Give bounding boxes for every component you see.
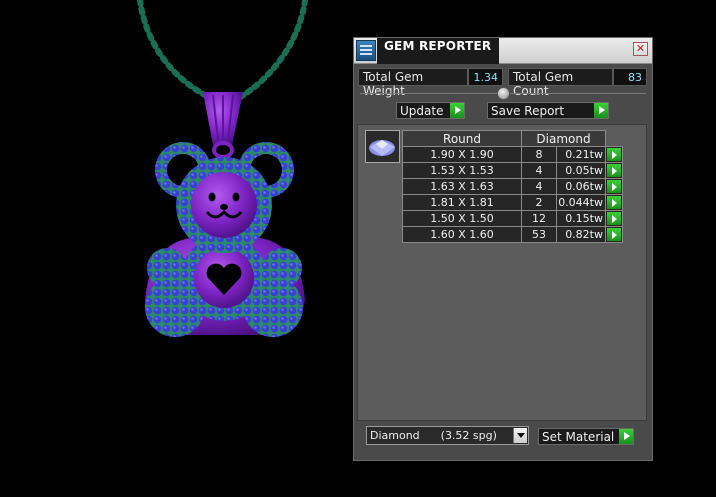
- gem-size-cell: 1.53 X 1.53: [402, 162, 522, 179]
- save-report-button[interactable]: Save Report: [487, 102, 609, 119]
- update-button[interactable]: Update: [396, 102, 465, 119]
- green-arrow-icon: [607, 164, 621, 177]
- green-arrow-icon: [607, 180, 621, 193]
- row-select-button[interactable]: [605, 194, 623, 211]
- gem-count-cell: 4: [521, 162, 557, 179]
- gem-list-area[interactable]: Round Diamond 1.90 X 1.90 8 0.21tw 1.53 X 1…: [357, 124, 647, 421]
- material-selected-value: Diamond (3.52 spg): [370, 429, 497, 442]
- total-gem-weight-label: Total Gem Weight: [358, 68, 468, 98]
- green-arrow-icon: [450, 103, 464, 118]
- table-row[interactable]: 1.81 X 1.81 2 0.044tw: [402, 194, 623, 211]
- update-label: Update: [400, 104, 444, 118]
- gem-count-cell: 12: [521, 210, 557, 227]
- table-row[interactable]: 1.60 X 1.60 53 0.82tw: [402, 226, 623, 243]
- round-gem-icon: [369, 140, 395, 156]
- window-title: GEM REPORTER: [377, 38, 499, 64]
- table-row[interactable]: 1.53 X 1.53 4 0.05tw: [402, 162, 623, 179]
- gem-table: Round Diamond 1.90 X 1.90 8 0.21tw 1.53 X 1…: [402, 130, 623, 243]
- header-shape[interactable]: Round: [402, 130, 522, 147]
- row-select-button[interactable]: [605, 178, 623, 195]
- dropdown-arrow-icon[interactable]: [513, 428, 527, 443]
- green-arrow-icon: [607, 148, 621, 161]
- divider-handle[interactable]: [497, 87, 510, 100]
- green-arrow-icon: [594, 103, 608, 118]
- gem-count-cell: 4: [521, 178, 557, 195]
- save-report-label: Save Report: [491, 104, 565, 118]
- total-gem-weight-value: 1.34: [468, 68, 503, 86]
- green-arrow-icon: [607, 212, 621, 225]
- gem-size-cell: 1.50 X 1.50: [402, 210, 522, 227]
- gem-reporter-panel: GEM REPORTER ✕ Total Gem Weight 1.34 Tot…: [353, 37, 653, 461]
- green-arrow-icon: [607, 228, 621, 241]
- set-material-button[interactable]: Set Material: [538, 428, 634, 445]
- gem-weight-cell: 0.06tw: [556, 178, 606, 195]
- table-header-row: Round Diamond: [402, 130, 623, 147]
- gem-weight-cell: 0.21tw: [556, 146, 606, 163]
- set-material-label: Set Material: [542, 430, 615, 444]
- row-select-button[interactable]: [605, 226, 623, 243]
- gem-reporter-app-icon: [356, 40, 376, 61]
- material-dropdown[interactable]: Diamond (3.52 spg): [366, 426, 529, 445]
- gem-weight-cell: 0.82tw: [556, 226, 606, 243]
- gem-thumbnail[interactable]: [365, 130, 400, 163]
- necklace-chain: [137, 0, 308, 103]
- gem-weight-cell: 0.044tw: [556, 194, 606, 211]
- table-row[interactable]: 1.63 X 1.63 4 0.06tw: [402, 178, 623, 195]
- total-gem-count-label: Total Gem Count: [508, 68, 613, 98]
- teddy-bear-pendant: [145, 92, 305, 337]
- table-row[interactable]: 1.50 X 1.50 12 0.15tw: [402, 210, 623, 227]
- close-button[interactable]: ✕: [633, 42, 648, 56]
- row-select-button[interactable]: [605, 210, 623, 227]
- green-arrow-icon: [607, 196, 621, 209]
- green-arrow-icon: [619, 429, 633, 444]
- gem-count-cell: 2: [521, 194, 557, 211]
- gem-size-cell: 1.60 X 1.60: [402, 226, 522, 243]
- header-material[interactable]: Diamond: [521, 130, 606, 147]
- close-icon: ✕: [635, 42, 646, 55]
- total-gem-count-value: 83: [613, 68, 647, 86]
- gem-weight-cell: 0.05tw: [556, 162, 606, 179]
- row-select-button[interactable]: [605, 146, 623, 163]
- gem-count-cell: 53: [521, 226, 557, 243]
- table-row[interactable]: 1.90 X 1.90 8 0.21tw: [402, 146, 623, 163]
- gem-weight-cell: 0.15tw: [556, 210, 606, 227]
- gem-size-cell: 1.90 X 1.90: [402, 146, 522, 163]
- title-bar[interactable]: GEM REPORTER ✕: [354, 38, 652, 64]
- row-select-button[interactable]: [605, 162, 623, 179]
- gem-size-cell: 1.81 X 1.81: [402, 194, 522, 211]
- gem-count-cell: 8: [521, 146, 557, 163]
- gem-size-cell: 1.63 X 1.63: [402, 178, 522, 195]
